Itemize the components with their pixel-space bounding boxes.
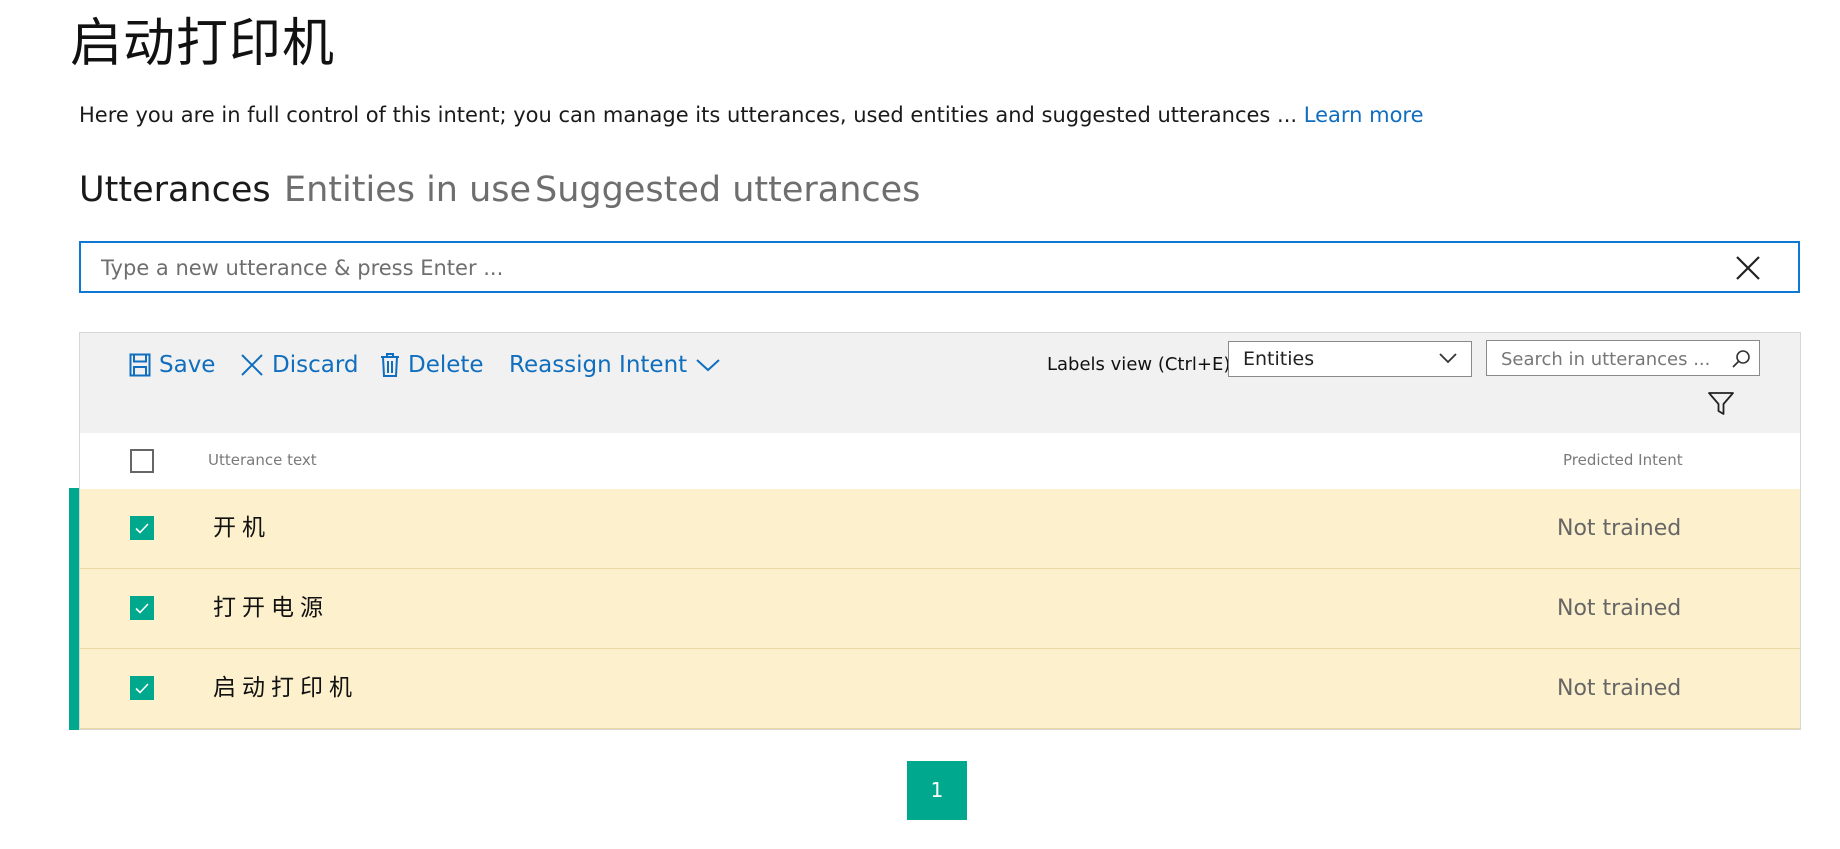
selection-indicator-bar (69, 488, 79, 730)
labels-view-label: Labels view (Ctrl+E): (1047, 354, 1237, 375)
description-text: Here you are in full control of this int… (79, 103, 1304, 127)
column-header-predicted-intent: Predicted Intent (1563, 451, 1683, 469)
chevron-down-icon (1439, 353, 1457, 364)
save-label: Save (159, 352, 216, 378)
close-icon[interactable] (1734, 254, 1762, 282)
labels-view-value: Entities (1243, 348, 1315, 370)
row-checkbox[interactable] (130, 596, 154, 620)
utterance-text: 打开电源 (213, 595, 329, 621)
utterance-text: 启动打印机 (213, 675, 358, 701)
select-all-checkbox[interactable] (130, 449, 154, 473)
learn-more-link[interactable]: Learn more (1304, 103, 1424, 127)
search-input[interactable] (1499, 341, 1723, 377)
search-icon[interactable] (1731, 349, 1751, 369)
tab-entities-in-use[interactable]: Entities in use (284, 168, 531, 212)
toolbar: Save Discard Delete Reassign Intent Labe… (80, 333, 1800, 434)
labels-view-select[interactable]: Entities (1228, 341, 1472, 377)
predicted-intent: Not trained (1557, 676, 1682, 701)
discard-label: Discard (272, 352, 359, 378)
utterances-panel: Save Discard Delete Reassign Intent Labe… (79, 332, 1801, 730)
delete-icon (381, 353, 399, 377)
checkmark-icon (135, 683, 149, 694)
filter-icon[interactable] (1707, 391, 1735, 417)
table-header: Utterance text Predicted Intent (80, 433, 1800, 490)
row-checkbox[interactable] (130, 676, 154, 700)
delete-button[interactable]: Delete (380, 347, 484, 383)
reassign-intent-button[interactable]: Reassign Intent (509, 347, 721, 383)
pagination-page-button[interactable]: 1 (907, 761, 967, 820)
tab-suggested-utterances[interactable]: Suggested utterances (535, 168, 920, 212)
table-row[interactable]: 开机 Not trained (80, 489, 1800, 569)
checkmark-icon (135, 603, 149, 614)
search-box (1486, 340, 1760, 377)
save-icon (129, 353, 151, 377)
checkmark-icon (135, 523, 149, 534)
utterance-input[interactable] (99, 243, 1763, 293)
chevron-down-icon (696, 359, 720, 372)
page-title: 启动打印机 (70, 14, 336, 74)
save-button[interactable]: Save (129, 347, 215, 383)
predicted-intent: Not trained (1557, 516, 1682, 541)
row-checkbox[interactable] (130, 516, 154, 540)
intent-description: Here you are in full control of this int… (79, 100, 1424, 130)
predicted-intent: Not trained (1557, 596, 1682, 621)
delete-label: Delete (408, 352, 484, 378)
column-header-utterance-text: Utterance text (208, 451, 317, 469)
reassign-intent-label: Reassign Intent (509, 352, 688, 378)
utterance-text: 开机 (213, 515, 271, 541)
utterance-input-box (79, 241, 1800, 293)
table-row[interactable]: 启动打印机 Not trained (80, 649, 1800, 729)
table-row[interactable]: 打开电源 Not trained (80, 569, 1800, 649)
discard-icon (241, 354, 263, 376)
discard-button[interactable]: Discard (240, 347, 358, 383)
tab-utterances[interactable]: Utterances (79, 168, 271, 212)
